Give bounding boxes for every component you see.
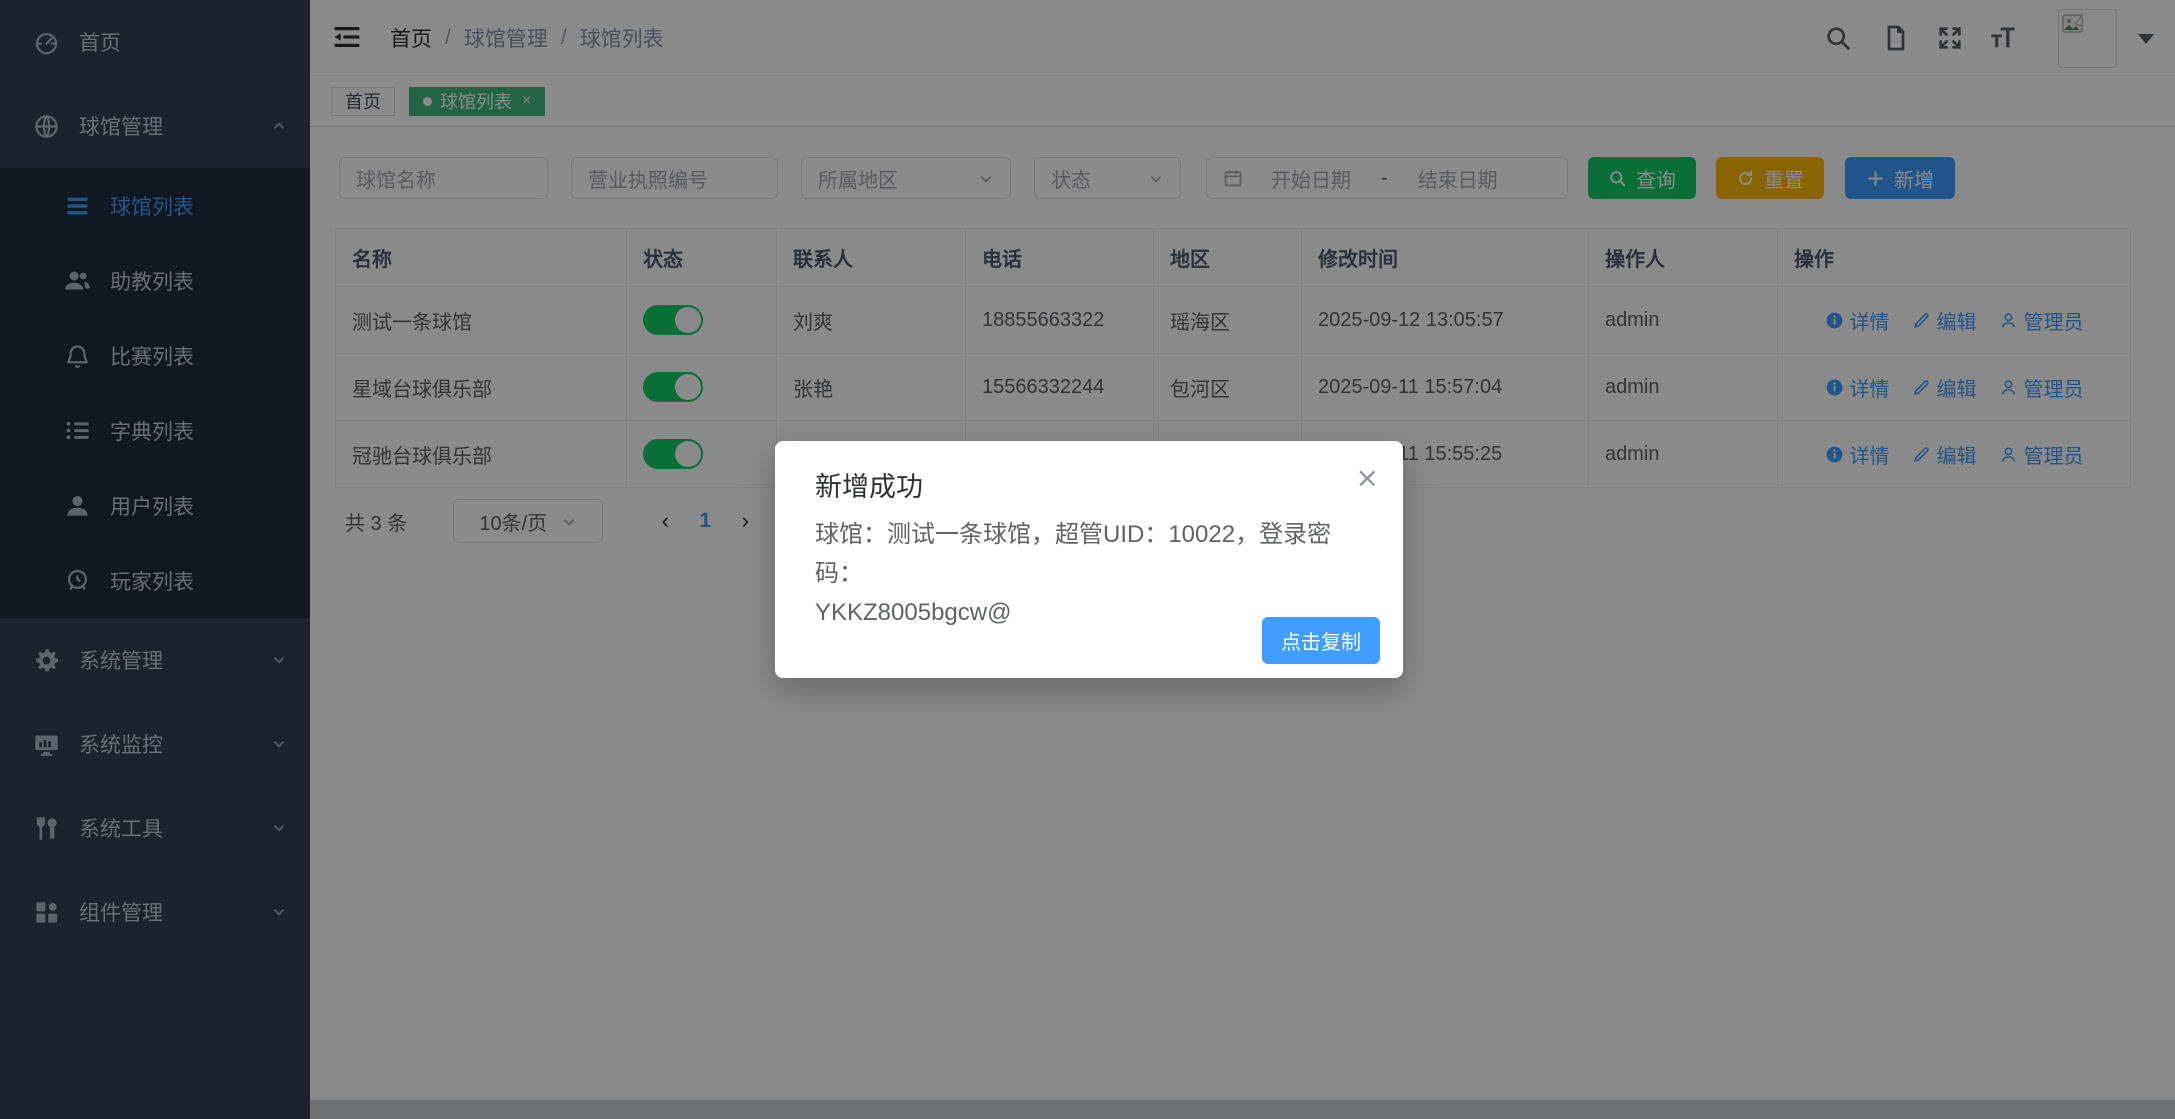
dialog-message-line1: 球馆：测试一条球馆，超管UID：10022，登录密码：: [815, 515, 1363, 593]
dialog-message: 球馆：测试一条球馆，超管UID：10022，登录密码： YKKZ8005bgcw…: [815, 515, 1363, 632]
copy-button[interactable]: 点击复制: [1262, 617, 1380, 664]
dialog-title: 新增成功: [815, 465, 923, 504]
app-window: 首页 球馆管理 球馆列表 助教列表: [0, 0, 2175, 1119]
success-dialog: 新增成功 × 球馆：测试一条球馆，超管UID：10022，登录密码： YKKZ8…: [775, 441, 1403, 678]
close-icon[interactable]: ×: [1356, 461, 1379, 494]
